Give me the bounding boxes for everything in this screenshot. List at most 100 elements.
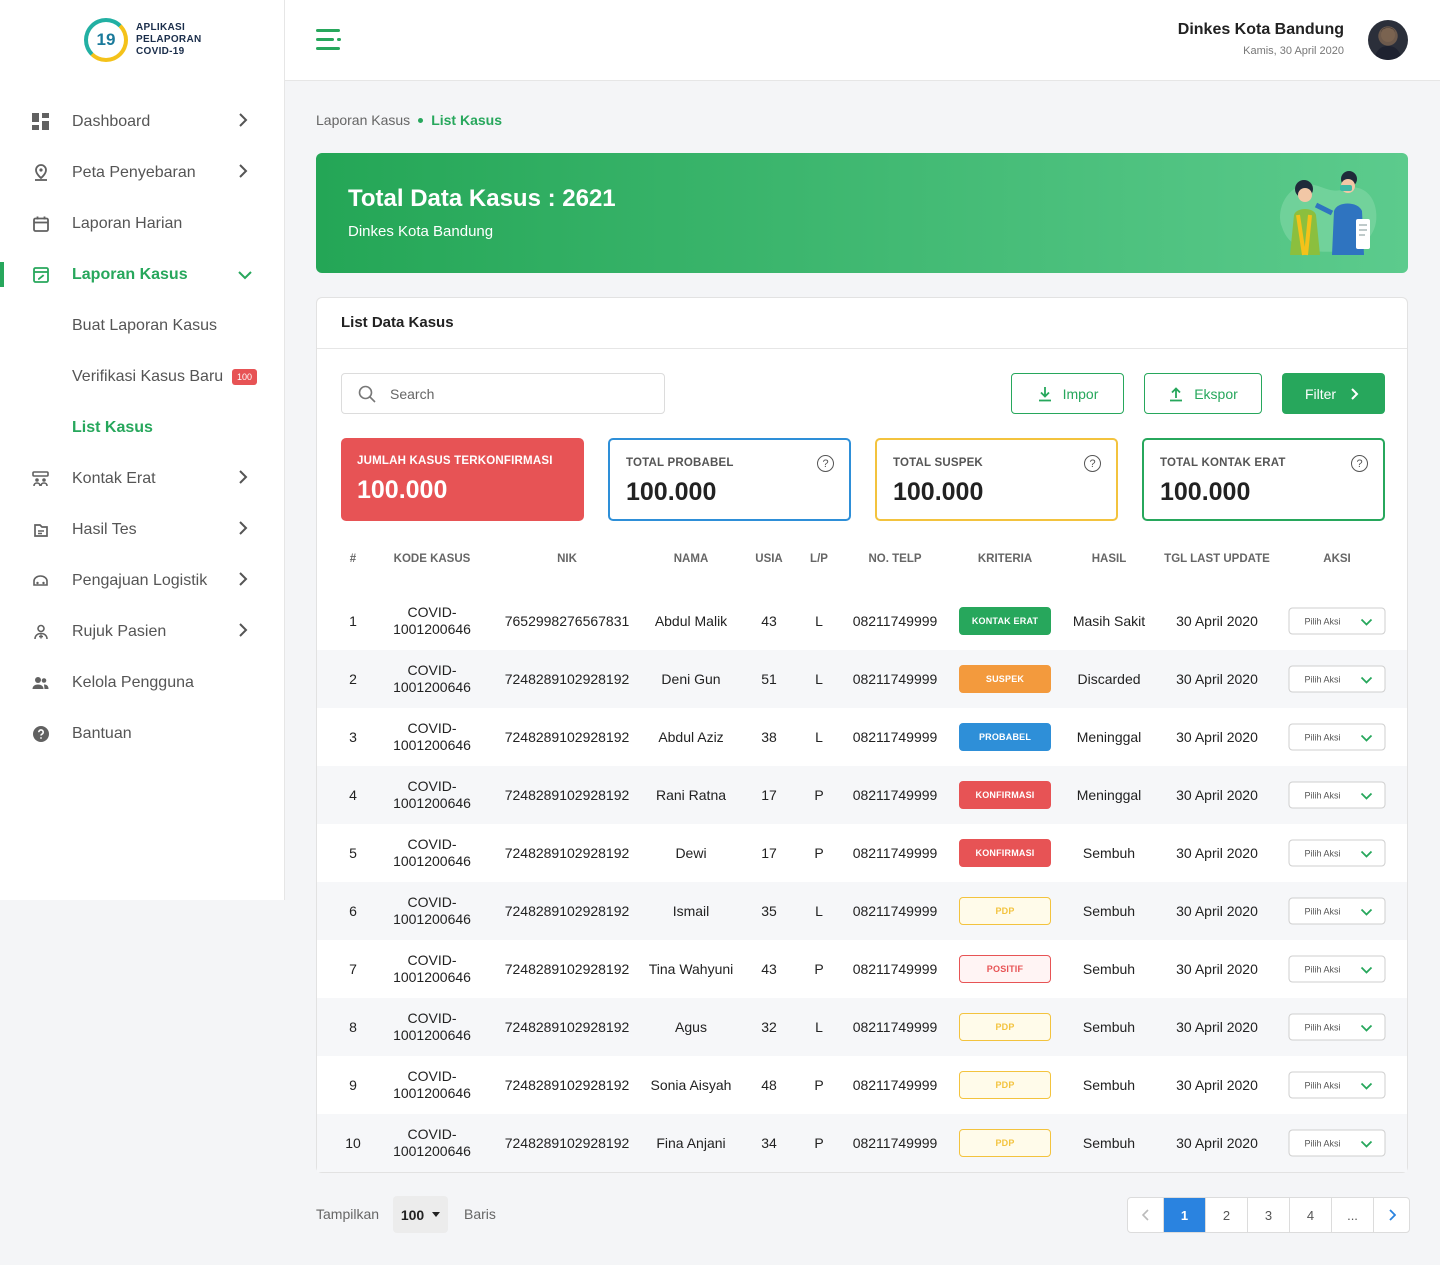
stat-value: 100.000 [1160, 478, 1251, 506]
chevron-down-icon [1360, 1082, 1373, 1090]
help-icon[interactable]: ? [817, 455, 834, 472]
patient-referral-icon [32, 623, 49, 640]
next-page-button[interactable] [1374, 1198, 1409, 1232]
ekspor-button[interactable]: Ekspor [1144, 373, 1262, 414]
rows-per-page-select[interactable]: 100 [393, 1196, 448, 1233]
pilih-aksi-dropdown[interactable]: Pilih Aksi [1288, 897, 1386, 925]
cell-kode-kasus: COVID- 1001200646 [393, 836, 471, 870]
cell-aksi: Pilih Aksi [1288, 1129, 1386, 1157]
search-input[interactable] [390, 385, 640, 402]
sidebar-item-dashboard[interactable]: Dashboard [0, 96, 284, 147]
cell-nama: Abdul Aziz [658, 729, 724, 745]
pilih-aksi-dropdown[interactable]: Pilih Aksi [1288, 839, 1386, 867]
sidebar-item-kelola-pengguna[interactable]: Kelola Pengguna [0, 657, 284, 708]
current-date: Kamis, 30 April 2020 [1243, 45, 1344, 57]
cell-kode-kasus: COVID- 1001200646 [393, 1126, 471, 1160]
cell-kode-kasus: COVID- 1001200646 [393, 1068, 471, 1102]
sidebar-item-hasil-tes[interactable]: Hasil Tes [0, 504, 284, 555]
page-ellipsis: ... [1332, 1198, 1374, 1232]
cell-no: 1 [349, 613, 357, 629]
sidebar-item-buat-laporan-kasus[interactable]: Buat Laporan Kasus [0, 300, 284, 351]
cell-lp: L [815, 613, 823, 629]
cell-nama: Deni Gun [661, 671, 721, 687]
sidebar-item-rujuk-pasien[interactable]: Rujuk Pasien [0, 606, 284, 657]
help-icon[interactable]: ? [1084, 455, 1101, 472]
cell-tgl-last-update: 30 April 2020 [1176, 671, 1258, 687]
impor-button[interactable]: Impor [1011, 373, 1124, 414]
cell-hasil: Sembuh [1082, 961, 1136, 977]
chevron-down-icon [1360, 676, 1373, 684]
cell-lp: P [814, 787, 824, 803]
cell-tgl-last-update: 30 April 2020 [1176, 729, 1258, 745]
sidebar-item-laporan-kasus[interactable]: Laporan Kasus [0, 249, 284, 300]
cell-usia: 51 [761, 671, 777, 687]
kode-number: 1001200646 [393, 621, 471, 637]
page-button[interactable]: 4 [1290, 1198, 1332, 1232]
sidebar-item-list-kasus[interactable]: List Kasus [0, 402, 284, 453]
chevron-down-icon [1360, 1140, 1373, 1148]
column-header: NIK [557, 553, 577, 565]
chevron-down-icon [1360, 734, 1373, 742]
cell-hasil: Sembuh [1082, 903, 1136, 919]
sidebar-item-bantuan[interactable]: Bantuan [0, 708, 284, 759]
sidebar-item-label: Pengajuan Logistik [72, 571, 208, 589]
cell-no: 4 [349, 787, 357, 803]
column-header: KRITERIA [977, 553, 1033, 565]
app-logo[interactable]: 19 APLIKASI PELAPORAN COVID-19 [84, 18, 216, 62]
cell-aksi: Pilih Aksi [1288, 839, 1386, 867]
pilih-aksi-dropdown[interactable]: Pilih Aksi [1288, 781, 1386, 809]
cell-telp: 08211749999 [852, 729, 938, 745]
cell-nik: 7248289102928192 [504, 787, 630, 803]
cell-no: 10 [345, 1135, 361, 1151]
cell-kode-kasus: COVID- 1001200646 [393, 778, 471, 812]
pilih-aksi-dropdown[interactable]: Pilih Aksi [1288, 607, 1386, 635]
sidebar-item-laporan-harian[interactable]: Laporan Harian [0, 198, 284, 249]
breadcrumb-parent[interactable]: Laporan Kasus [316, 112, 410, 128]
sidebar-item-label: Bantuan [72, 724, 132, 742]
cell-nik: 7248289102928192 [504, 903, 630, 919]
help-icon[interactable]: ? [1351, 455, 1368, 472]
kode-number: 1001200646 [393, 679, 471, 695]
page-button[interactable]: 2 [1206, 1198, 1248, 1232]
cell-nama: Abdul Malik [654, 613, 728, 629]
divider [317, 348, 1407, 349]
page-button[interactable]: 1 [1164, 1198, 1206, 1232]
kode-prefix: COVID- [407, 604, 457, 620]
filter-button[interactable]: Filter [1282, 373, 1385, 414]
chevron-down-icon [1360, 966, 1373, 974]
pilih-aksi-dropdown[interactable]: Pilih Aksi [1288, 665, 1386, 693]
pilih-aksi-dropdown[interactable]: Pilih Aksi [1288, 723, 1386, 751]
cell-nama: Rani Ratna [655, 787, 727, 803]
stat-label: TOTAL KONTAK ERAT [1160, 457, 1286, 469]
hamburger-menu-icon[interactable] [316, 29, 342, 51]
sidebar-item-kontak-erat[interactable]: Kontak Erat [0, 453, 284, 504]
kode-number: 1001200646 [393, 1027, 471, 1043]
kode-number: 1001200646 [393, 853, 471, 869]
avatar[interactable] [1368, 20, 1408, 60]
pilih-aksi-dropdown[interactable]: Pilih Aksi [1288, 1071, 1386, 1099]
search-box[interactable] [341, 373, 665, 414]
download-icon [1038, 386, 1051, 401]
page-button[interactable]: 3 [1248, 1198, 1290, 1232]
medical-test-illustration [1280, 171, 1377, 256]
pilih-aksi-label: Pilih Aksi [1304, 616, 1341, 626]
banner-subtitle: Dinkes Kota Bandung [348, 223, 494, 240]
sidebar-item-verifikasi-kasus-baru[interactable]: Verifikasi Kasus Baru 100 [0, 351, 284, 402]
cell-no: 5 [349, 845, 357, 861]
pilih-aksi-dropdown[interactable]: Pilih Aksi [1288, 1129, 1386, 1157]
cell-kriteria: PDP [959, 1013, 1051, 1041]
cell-no: 6 [349, 903, 357, 919]
count-badge: 100 [232, 368, 258, 385]
pilih-aksi-dropdown[interactable]: Pilih Aksi [1288, 955, 1386, 983]
prev-page-button[interactable] [1128, 1198, 1164, 1232]
cell-kriteria: POSITIF [959, 955, 1051, 983]
pilih-aksi-label: Pilih Aksi [1304, 1080, 1341, 1090]
kode-prefix: COVID- [407, 836, 457, 852]
cell-nik: 7652998276567831 [504, 613, 630, 629]
sidebar-item-peta-penyebaran[interactable]: Peta Penyebaran [0, 147, 284, 198]
cell-aksi: Pilih Aksi [1288, 1013, 1386, 1041]
sidebar-item-pengajuan-logistik[interactable]: Pengajuan Logistik [0, 555, 284, 606]
table-row: 5 COVID- 1001200646 7248289102928192 Dewi 17 P… [317, 824, 1407, 882]
kriteria-badge: POSITIF [959, 955, 1051, 983]
pilih-aksi-dropdown[interactable]: Pilih Aksi [1288, 1013, 1386, 1041]
